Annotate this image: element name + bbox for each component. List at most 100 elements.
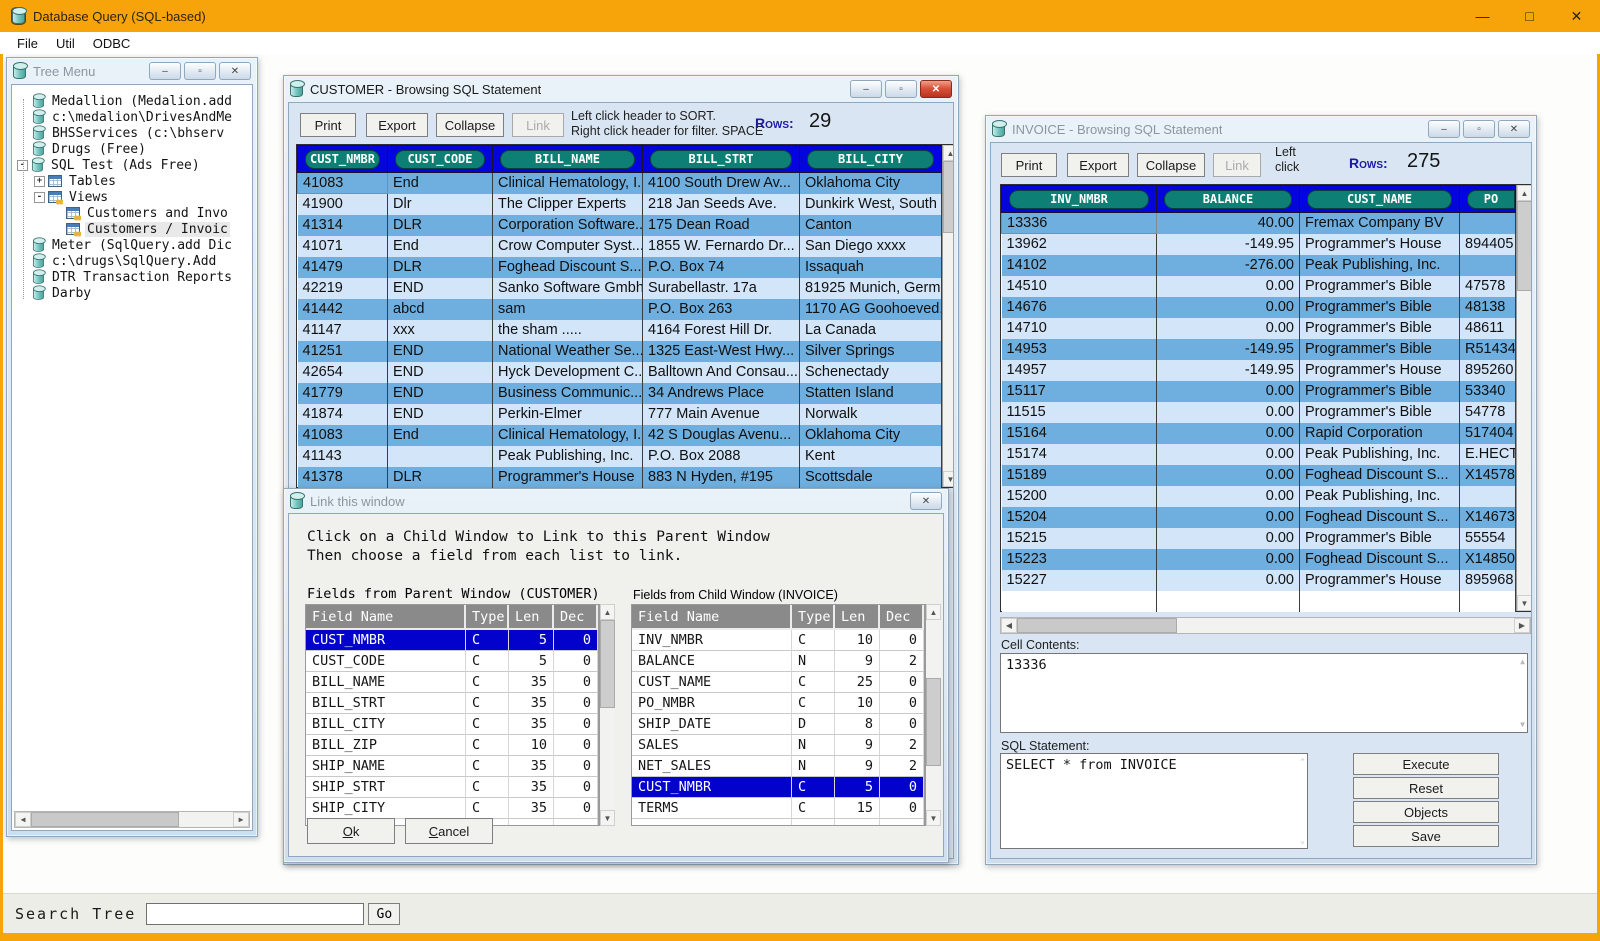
table-cell[interactable] [509, 819, 554, 826]
table-cell[interactable]: END [388, 362, 493, 383]
table-cell[interactable]: BALANCE [632, 651, 792, 672]
table-cell[interactable]: SHIP_NAME [306, 756, 466, 777]
table-cell[interactable]: xxx [388, 320, 493, 341]
collapse-button[interactable]: Collapse [1137, 153, 1205, 177]
scroll-left-icon[interactable]: ◀ [1001, 618, 1017, 633]
tree-menu-titlebar[interactable]: Tree Menu – ▫ ✕ [11, 58, 253, 84]
table-row[interactable]: 151170.00Programmer's Bible53340 [1002, 381, 1516, 402]
table-cell[interactable]: 15174 [1002, 444, 1157, 465]
table-cell[interactable]: 15189 [1002, 465, 1157, 486]
tree-item[interactable]: Medallion (Medalion.add [12, 93, 252, 109]
table-row[interactable]: 152270.00Programmer's House895968 [1002, 570, 1516, 591]
table-cell[interactable]: 0.00 [1157, 465, 1300, 486]
table-cell[interactable]: 55554 [1460, 528, 1516, 549]
table-cell[interactable]: 895260 [1460, 360, 1516, 381]
table-cell[interactable]: 1325 East-West Hwy... [643, 341, 800, 362]
tree-horizontal-scrollbar[interactable]: ◀ ▶ [14, 811, 250, 828]
table-cell[interactable]: 4164 Forest Hill Dr. [643, 320, 800, 341]
table-row[interactable]: 152150.00Programmer's Bible55554 [1002, 528, 1516, 549]
parent-fields-scrollbar[interactable]: ▲ ▼ [599, 604, 615, 826]
tree-item[interactable]: c:\drugs\SqlQuery.Add [12, 253, 252, 269]
table-cell[interactable]: END [388, 383, 493, 404]
table-row[interactable]: 151640.00Rapid Corporation517404 [1002, 423, 1516, 444]
table-row[interactable]: PO_NMBRC100 [632, 693, 924, 714]
table-cell[interactable]: Foghead Discount S... [1300, 465, 1460, 486]
table-cell[interactable]: 54778 [1460, 402, 1516, 423]
table-row[interactable]: 42219ENDSanko Software GmbhSurabellastr.… [298, 278, 942, 299]
table-cell[interactable]: 10 [835, 693, 880, 714]
table-cell[interactable]: C [466, 714, 509, 735]
table-row[interactable]: SHIP_DATED80 [632, 714, 924, 735]
table-cell[interactable]: 40.00 [1157, 213, 1300, 234]
table-row[interactable]: SALESN92 [632, 735, 924, 756]
table-cell[interactable]: 10 [509, 735, 554, 756]
column-header[interactable]: CUST_NAME [1300, 186, 1460, 213]
table-cell[interactable]: C [466, 651, 509, 672]
table-row[interactable]: 41479DLRFoghead Discount S...P.O. Box 74… [298, 257, 942, 278]
table-cell[interactable]: X14673JA [1460, 507, 1516, 528]
scrollbar-thumb[interactable] [1517, 201, 1532, 291]
table-cell[interactable]: 0.00 [1157, 402, 1300, 423]
table-row[interactable]: 41442abcdsamP.O. Box 2631170 AG Goohoeve… [298, 299, 942, 320]
table-cell[interactable]: 41083 [298, 173, 388, 194]
column-header[interactable]: BILL_CITY [800, 146, 942, 173]
table-cell[interactable]: 41442 [298, 299, 388, 320]
maximize-icon[interactable]: □ [1506, 0, 1553, 32]
table-cell[interactable]: End [388, 425, 493, 446]
table-cell[interactable]: 53340 [1460, 381, 1516, 402]
table-cell[interactable]: 41900 [298, 194, 388, 215]
table-cell[interactable]: 0.00 [1157, 528, 1300, 549]
table-row[interactable]: 145100.00Programmer's Bible47578 [1002, 276, 1516, 297]
tree-item[interactable]: Meter (SqlQuery.add Dic [12, 237, 252, 253]
table-cell[interactable]: 35 [509, 693, 554, 714]
customer-vertical-scrollbar[interactable]: ▲ ▼ [942, 145, 954, 487]
table-cell[interactable]: 15215 [1002, 528, 1157, 549]
scroll-left-icon[interactable]: ◀ [15, 812, 31, 827]
table-cell[interactable]: 895968 [1460, 570, 1516, 591]
table-cell[interactable]: C [466, 693, 509, 714]
table-cell[interactable]: 0 [554, 735, 598, 756]
table-cell[interactable]: C [792, 777, 835, 798]
ok-button[interactable]: Ok [307, 818, 395, 844]
close-icon[interactable]: ✕ [1498, 120, 1530, 138]
table-cell[interactable]: Foghead Discount S... [1300, 549, 1460, 570]
close-icon[interactable]: ✕ [219, 62, 251, 80]
table-cell[interactable]: SHIP_CITY [306, 798, 466, 819]
table-cell[interactable]: 0 [554, 672, 598, 693]
minimize-icon[interactable]: – [850, 80, 882, 98]
table-row[interactable]: 147100.00Programmer's Bible48611 [1002, 318, 1516, 339]
table-cell[interactable]: D [792, 714, 835, 735]
table-cell[interactable]: Crow Computer Syst... [493, 236, 643, 257]
table-cell[interactable] [1157, 591, 1300, 612]
table-cell[interactable]: C [792, 672, 835, 693]
table-cell[interactable]: INV_NMBR [632, 630, 792, 651]
table-cell[interactable]: Norwalk [800, 404, 942, 425]
table-cell[interactable]: C [466, 672, 509, 693]
table-cell[interactable]: The Clipper Experts [493, 194, 643, 215]
table-cell[interactable]: Programmer's Bible [1300, 381, 1460, 402]
scroll-down-icon[interactable]: ▼ [926, 810, 941, 826]
table-row[interactable]: 14102-276.00Peak Publishing, Inc. [1002, 255, 1516, 276]
scroll-down-icon[interactable]: ▼ [600, 810, 615, 826]
table-cell[interactable]: CUST_NMBR [632, 777, 792, 798]
sql-statement-box[interactable]: SELECT * from INVOICE ⌃ ⌄ [1000, 753, 1308, 849]
table-cell[interactable]: 517404 [1460, 423, 1516, 444]
scrollbar-thumb[interactable] [926, 678, 941, 766]
table-cell[interactable]: Hyck Development C... [493, 362, 643, 383]
table-cell[interactable]: 0.00 [1157, 486, 1300, 507]
table-cell[interactable]: P.O. Box 2088 [643, 446, 800, 467]
column-header[interactable]: CUST_NMBR [298, 146, 388, 173]
table-cell[interactable] [792, 819, 835, 826]
table-cell[interactable]: Business Communic... [493, 383, 643, 404]
scroll-up-icon[interactable]: ▲ [943, 145, 954, 161]
table-cell[interactable]: 11515 [1002, 402, 1157, 423]
table-cell[interactable]: 8 [835, 714, 880, 735]
table-cell[interactable]: 15164 [1002, 423, 1157, 444]
table-cell[interactable]: C [466, 756, 509, 777]
tree-item[interactable]: SQL Test (Ads Free) [12, 157, 252, 173]
table-cell[interactable]: Dunkirk West, South [800, 194, 942, 215]
table-row[interactable]: 41071EndCrow Computer Syst...1855 W. Fer… [298, 236, 942, 257]
table-cell[interactable]: P.O. Box 263 [643, 299, 800, 320]
table-cell[interactable]: Issaquah [800, 257, 942, 278]
table-cell[interactable]: 0 [880, 672, 924, 693]
